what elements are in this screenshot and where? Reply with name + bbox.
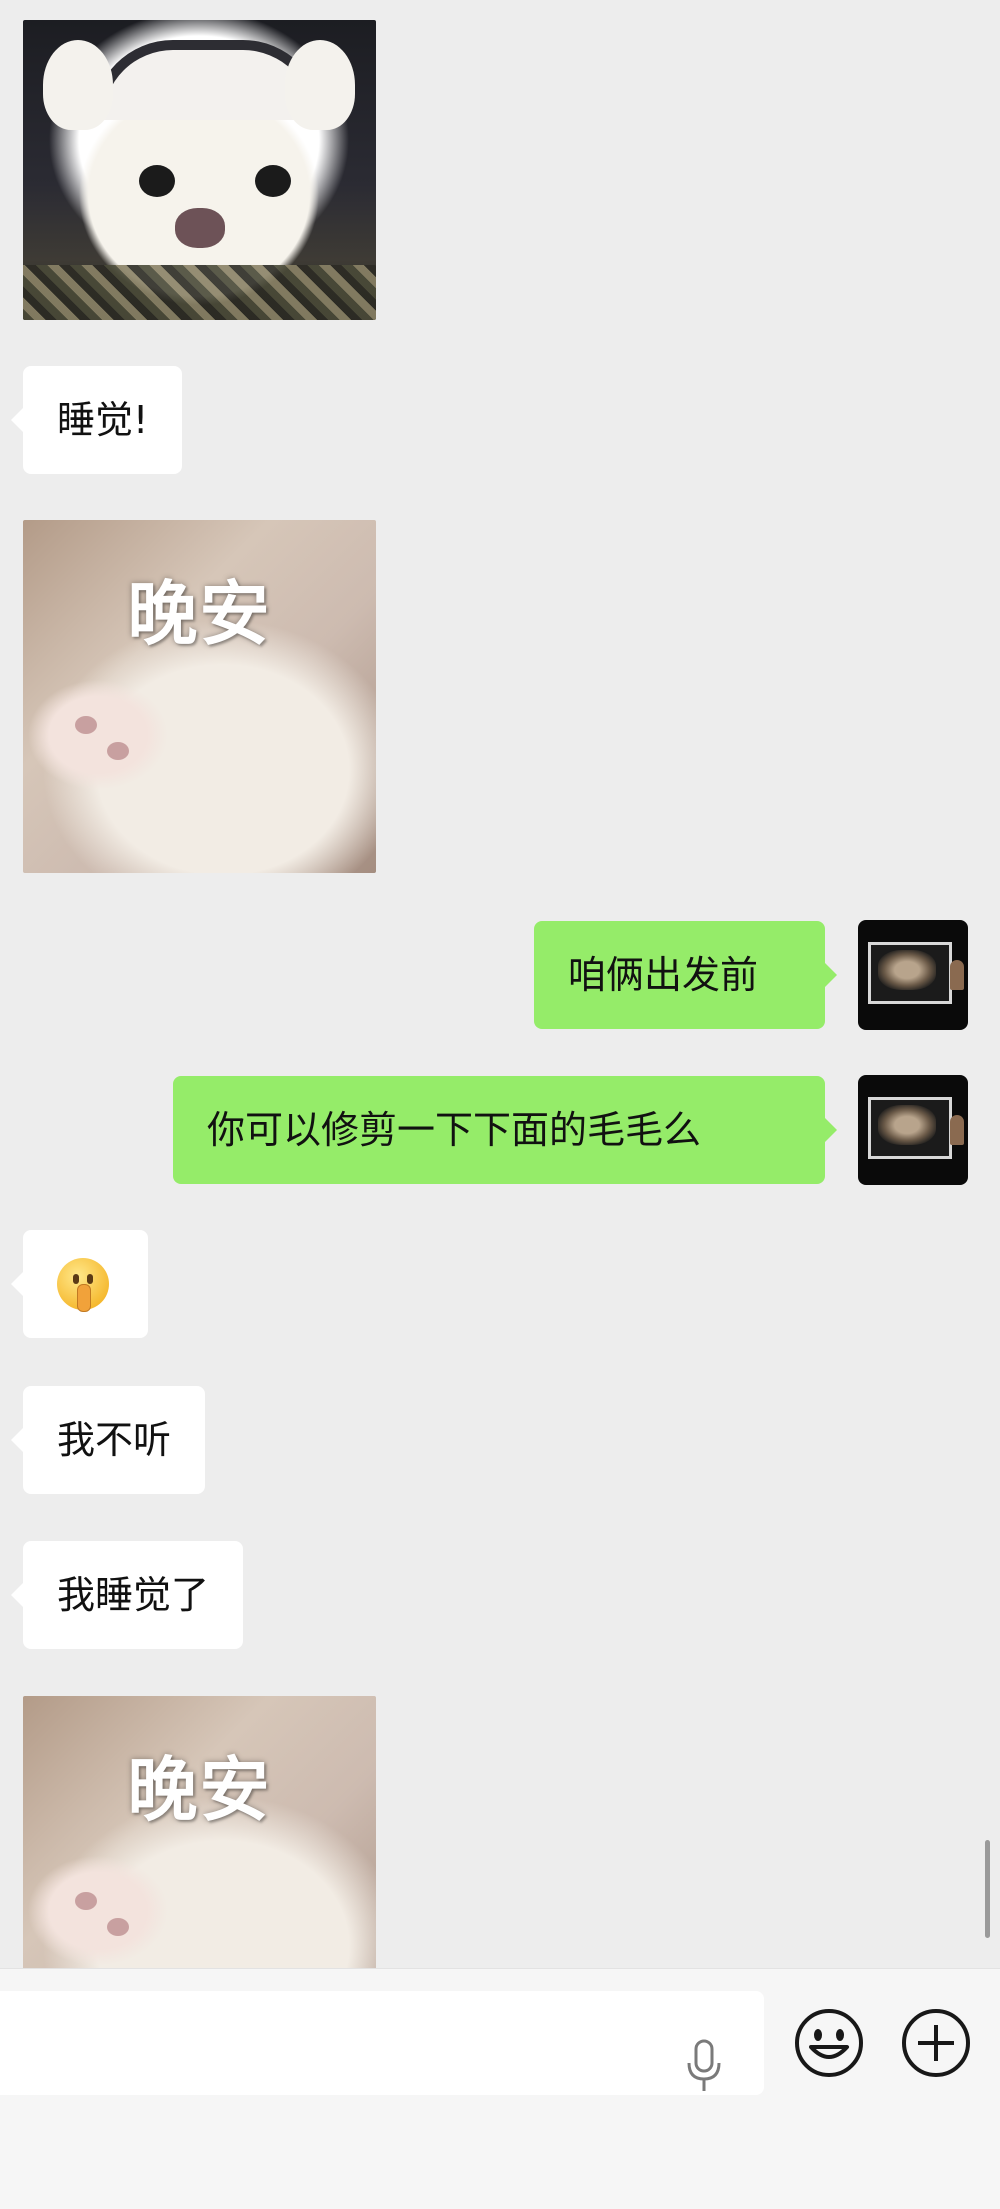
cat-paw-pad [107,742,129,760]
avatar-artwork [878,1105,936,1145]
message-input-field[interactable] [0,1991,764,2095]
chat-input-bar [0,1968,1000,2209]
cat-paw-pad [75,716,97,734]
chat-message-list[interactable]: 睡觉! 晚安 咱俩出发前 你可以修剪一下下面的毛毛么 我不听 我睡觉了 晚安 [0,0,1000,1968]
message-text: 我睡觉了 [57,1573,210,1617]
incoming-message-bubble[interactable]: 我睡觉了 [10,1541,244,1649]
dog-ear-right [285,40,355,130]
user-avatar[interactable] [858,920,968,1030]
microphone-icon[interactable] [684,2039,724,2093]
avatar-artwork [878,950,936,990]
incoming-message-bubble[interactable]: 我不听 [10,1386,206,1494]
message-text: 睡觉! [57,398,149,442]
sticker-caption: 晚安 [127,573,272,655]
emoji-eye [87,1273,93,1284]
message-text: 你可以修剪一下下面的毛毛么 [207,1108,702,1152]
message-text: 咱俩出发前 [568,953,759,997]
dog-eye-left [139,165,175,197]
message-text: 我不听 [57,1418,172,1462]
avatar-person [950,960,964,990]
dog-scarf [23,265,376,320]
outgoing-message-bubble[interactable]: 咱俩出发前 [534,921,837,1029]
emoji-icon[interactable] [793,2007,865,2079]
dog-nose [175,208,225,248]
emoji-finger [77,1283,91,1312]
goodnight-sticker-image[interactable]: 晚安 [23,520,376,873]
scrollbar-thumb[interactable] [985,1840,990,1938]
sticker-caption: 晚安 [127,1749,272,1831]
outgoing-message-bubble[interactable]: 你可以修剪一下下面的毛毛么 [173,1076,837,1184]
goodnight-sticker-image[interactable]: 晚安 [23,1696,376,1968]
avatar-person [950,1115,964,1145]
cat-paw-pad [75,1892,97,1910]
incoming-emoji-bubble[interactable] [11,1230,148,1338]
plus-icon[interactable] [900,2007,972,2079]
dog-eye-right [255,165,291,197]
cat-paw-pad [107,1918,129,1936]
dog-sticker-image[interactable] [23,20,376,320]
emoji-eye [73,1273,79,1284]
user-avatar[interactable] [858,1075,968,1185]
dog-ear-left [43,40,113,130]
incoming-message-bubble[interactable]: 睡觉! [10,366,183,474]
shushing-face-emoji-icon [57,1257,109,1312]
